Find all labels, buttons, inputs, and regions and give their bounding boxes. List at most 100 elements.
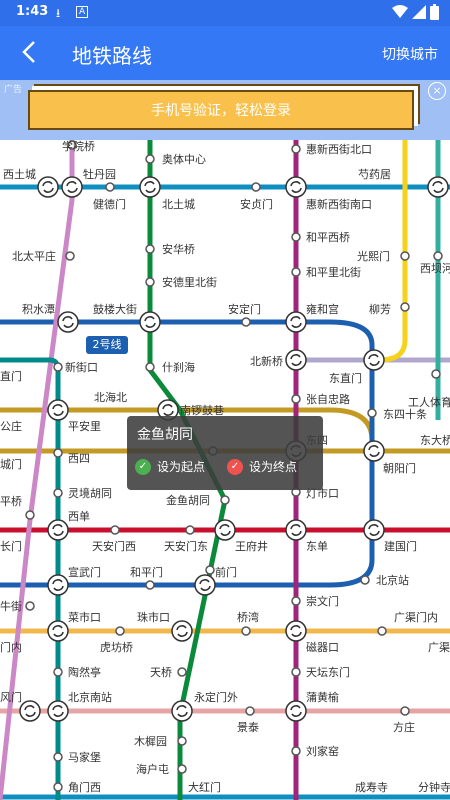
svg-text:光熙门: 光熙门 bbox=[357, 249, 390, 263]
svg-text:虎坊桥: 虎坊桥 bbox=[100, 640, 133, 654]
svg-text:天桥: 天桥 bbox=[150, 666, 172, 679]
svg-text:直门: 直门 bbox=[0, 369, 22, 383]
signal-icon bbox=[412, 5, 426, 19]
svg-text:刘家窑: 刘家窑 bbox=[306, 744, 339, 758]
ad-text: 手机号验证，轻松登录 bbox=[151, 103, 291, 119]
svg-text:广渠门内: 广渠门内 bbox=[394, 610, 438, 624]
svg-text:新街口: 新街口 bbox=[65, 360, 98, 374]
svg-text:景泰: 景泰 bbox=[237, 720, 259, 734]
svg-text:安定门: 安定门 bbox=[228, 302, 261, 316]
svg-text:奥体中心: 奥体中心 bbox=[162, 152, 206, 166]
svg-text:大红门: 大红门 bbox=[188, 780, 221, 794]
svg-text:什刹海: 什刹海 bbox=[162, 360, 195, 374]
svg-text:南锣鼓巷: 南锣鼓巷 bbox=[180, 403, 224, 417]
svg-text:雍和宫: 雍和宫 bbox=[306, 302, 339, 316]
svg-text:风门: 风门 bbox=[0, 690, 22, 704]
popup-station-name: 金鱼胡同 bbox=[137, 427, 193, 443]
page-title: 地铁路线 bbox=[72, 44, 152, 68]
svg-text:磁器口: 磁器口 bbox=[306, 641, 339, 654]
a-icon: A bbox=[76, 6, 89, 18]
svg-text:和平西桥: 和平西桥 bbox=[306, 231, 350, 244]
svg-text:西单: 西单 bbox=[68, 510, 90, 523]
svg-text:工人体育: 工人体育 bbox=[408, 395, 450, 409]
svg-text:公庄: 公庄 bbox=[0, 419, 22, 433]
line-2-tag: 2号线 bbox=[86, 336, 128, 354]
svg-text:北太平庄: 北太平庄 bbox=[12, 249, 56, 263]
svg-text:和平里北街: 和平里北街 bbox=[306, 265, 361, 279]
svg-text:天安门东: 天安门东 bbox=[164, 539, 208, 553]
svg-text:建国门: 建国门 bbox=[384, 539, 417, 553]
svg-text:北海北: 北海北 bbox=[94, 390, 127, 404]
svg-text:陶然亭: 陶然亭 bbox=[68, 665, 101, 679]
svg-text:学院桥: 学院桥 bbox=[62, 140, 95, 153]
ad-tag: 广告 bbox=[4, 85, 23, 95]
svg-text:惠新西街北口: 惠新西街北口 bbox=[306, 142, 372, 156]
back-arrow-icon[interactable] bbox=[14, 36, 44, 68]
svg-text:北京南站: 北京南站 bbox=[68, 690, 112, 704]
svg-text:广渠: 广渠 bbox=[428, 641, 450, 654]
wifi-icon bbox=[392, 5, 408, 18]
svg-text:长门: 长门 bbox=[0, 539, 22, 553]
close-icon[interactable]: × bbox=[428, 82, 446, 100]
status-bar: 1:43 ⭳ A bbox=[0, 0, 450, 26]
battery-icon bbox=[430, 4, 439, 20]
svg-text:马家堡: 马家堡 bbox=[68, 750, 101, 764]
svg-text:菜市口: 菜市口 bbox=[68, 610, 101, 624]
set-start-label: 设为起点 bbox=[157, 460, 206, 474]
station-popup: 金鱼胡同 ✓ 设为起点 ✓ 设为终点 bbox=[127, 416, 323, 490]
check-icon: ✓ bbox=[227, 458, 243, 475]
svg-text:北土城: 北土城 bbox=[162, 198, 195, 211]
svg-text:东大桥: 东大桥 bbox=[420, 433, 450, 447]
svg-text:平桥: 平桥 bbox=[0, 495, 22, 508]
svg-text:王府井: 王府井 bbox=[235, 539, 268, 553]
svg-text:西四: 西四 bbox=[68, 452, 90, 465]
svg-text:鼓楼大街: 鼓楼大街 bbox=[93, 302, 137, 316]
check-icon: ✓ bbox=[135, 458, 151, 475]
set-start-button[interactable]: ✓ 设为起点 bbox=[135, 458, 205, 475]
svg-text:永定门外: 永定门外 bbox=[194, 690, 238, 704]
svg-text:积水潭: 积水潭 bbox=[22, 303, 55, 316]
svg-text:西土城: 西土城 bbox=[3, 168, 36, 181]
svg-text:宣武门: 宣武门 bbox=[68, 565, 101, 579]
svg-text:安贞门: 安贞门 bbox=[240, 197, 273, 211]
svg-text:桥湾: 桥湾 bbox=[237, 610, 259, 624]
svg-text:角门西: 角门西 bbox=[68, 780, 101, 794]
app-bar: 地铁路线 切换城市 bbox=[0, 26, 450, 80]
svg-text:东直门: 东直门 bbox=[329, 371, 362, 385]
svg-text:芍药居: 芍药居 bbox=[358, 168, 391, 181]
set-end-button[interactable]: ✓ 设为终点 bbox=[227, 458, 297, 475]
switch-city-button[interactable]: 切换城市 bbox=[382, 44, 438, 64]
status-time: 1:43 bbox=[16, 4, 49, 19]
download-icon: ⭳ bbox=[56, 6, 61, 20]
svg-text:和平门: 和平门 bbox=[130, 565, 163, 579]
svg-text:金鱼胡同: 金鱼胡同 bbox=[166, 493, 210, 507]
svg-text:北京站: 北京站 bbox=[376, 573, 409, 587]
svg-text:城门: 城门 bbox=[0, 457, 22, 471]
svg-text:柳芳: 柳芳 bbox=[369, 302, 391, 316]
svg-text:分钟寺: 分钟寺 bbox=[418, 780, 450, 794]
svg-text:东四十条: 东四十条 bbox=[383, 407, 427, 421]
svg-text:天坛东门: 天坛东门 bbox=[306, 665, 350, 679]
svg-text:灵境胡同: 灵境胡同 bbox=[68, 486, 112, 500]
svg-text:安德里北街: 安德里北街 bbox=[162, 275, 217, 289]
svg-text:天安门西: 天安门西 bbox=[92, 539, 136, 553]
ad-banner[interactable]: 手机号验证，轻松登录 bbox=[28, 90, 414, 130]
svg-text:木樨园: 木樨园 bbox=[134, 734, 167, 748]
svg-text:成寿寺: 成寿寺 bbox=[355, 780, 388, 794]
set-end-label: 设为终点 bbox=[249, 460, 298, 474]
svg-text:平安里: 平安里 bbox=[68, 419, 101, 433]
svg-text:方庄: 方庄 bbox=[393, 720, 415, 734]
svg-text:蒲黄榆: 蒲黄榆 bbox=[306, 690, 339, 704]
svg-text:海户屯: 海户屯 bbox=[136, 762, 169, 776]
svg-text:张自忠路: 张自忠路 bbox=[306, 393, 350, 406]
svg-text:北新桥: 北新桥 bbox=[250, 354, 283, 368]
screen: 1:43 ⭳ A 地铁路线 切换城市 学院桥 西土城 牡丹园 奥体中心 惠新西街… bbox=[0, 0, 450, 800]
svg-text:惠新西街南口: 惠新西街南口 bbox=[306, 197, 372, 211]
svg-text:崇文门: 崇文门 bbox=[306, 594, 339, 608]
svg-text:牛街: 牛街 bbox=[0, 599, 22, 613]
svg-text:东单: 东单 bbox=[306, 540, 328, 553]
svg-text:西坝河: 西坝河 bbox=[420, 261, 450, 275]
svg-text:安华桥: 安华桥 bbox=[162, 242, 195, 256]
svg-text:朝阳门: 朝阳门 bbox=[383, 461, 416, 475]
svg-text:健德门: 健德门 bbox=[93, 197, 126, 211]
